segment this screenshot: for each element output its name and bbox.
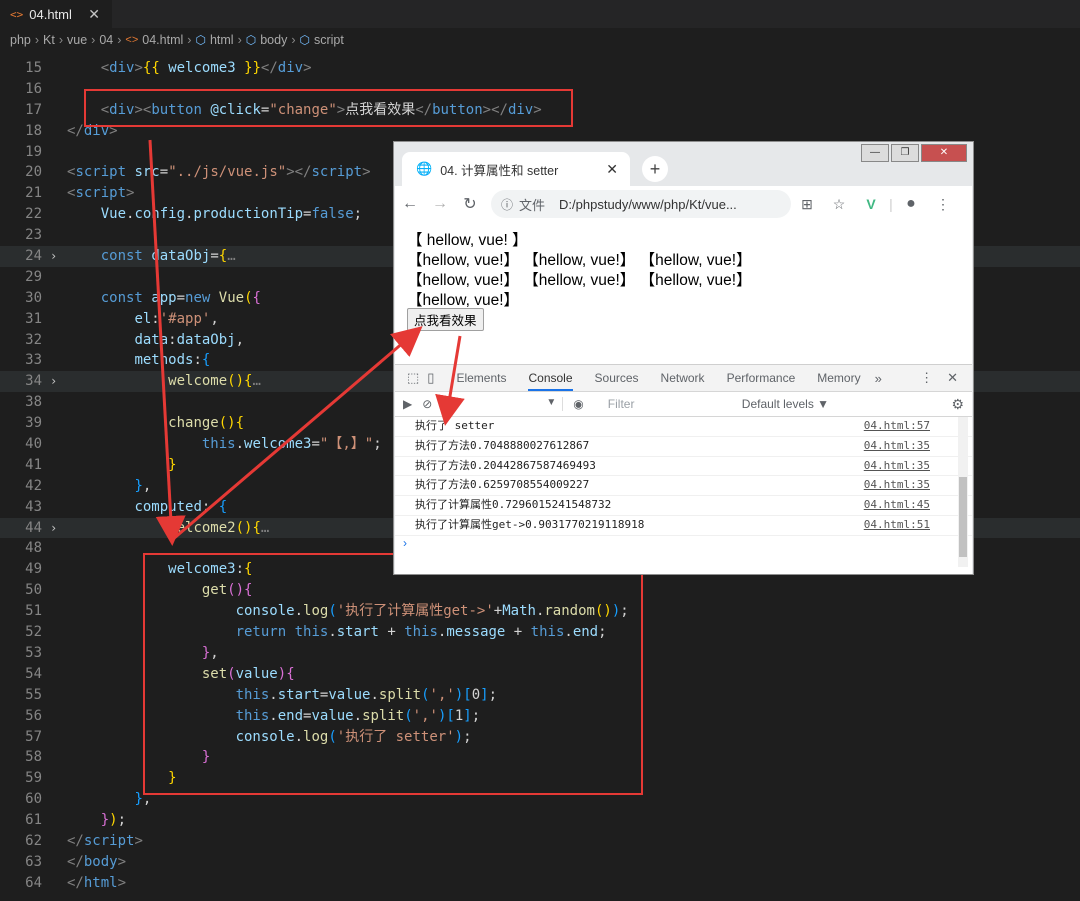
annotation-arrows xyxy=(148,139,465,546)
arrow-button-to-computed xyxy=(148,139,186,546)
arrow-computed-to-button xyxy=(171,326,423,542)
arrow-button-to-console xyxy=(435,335,465,426)
